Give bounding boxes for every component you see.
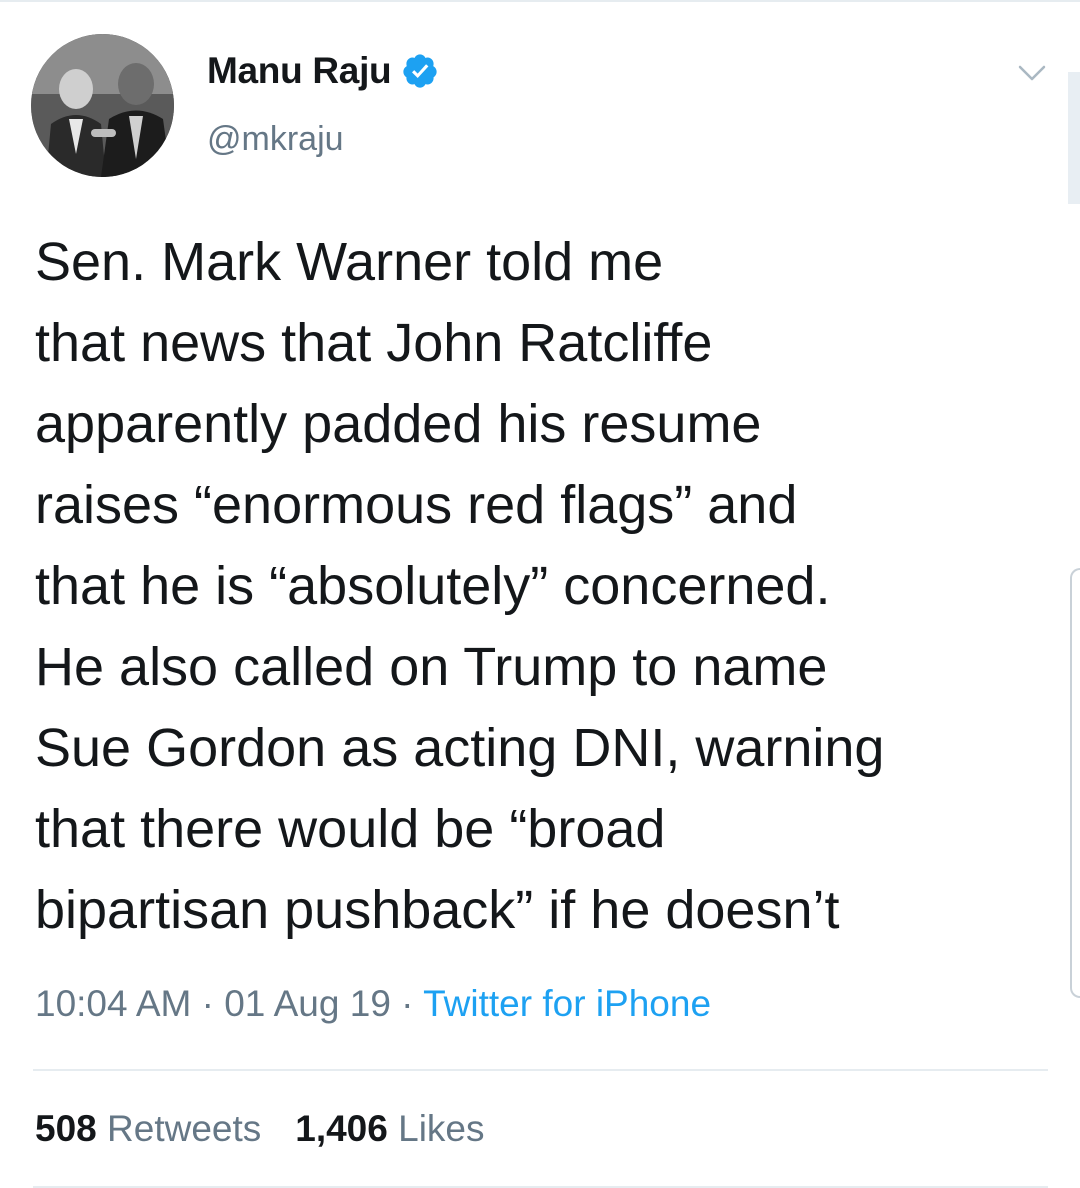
tweet-date[interactable]: 01 Aug 19: [224, 983, 391, 1024]
tweet-text-line: that he is “absolutely” concerned.: [35, 556, 831, 616]
tweet-text: Sen. Mark Warner told me that news that …: [35, 222, 1055, 951]
meta-separator: ·: [191, 983, 225, 1024]
chevron-down-icon[interactable]: [1015, 60, 1049, 86]
stats-divider: [33, 1069, 1048, 1071]
tweet-time[interactable]: 10:04 AM: [35, 983, 191, 1024]
tweet-text-line: raises “enormous red flags” and: [35, 475, 798, 535]
author-display-name[interactable]: Manu Raju: [207, 50, 392, 92]
author-name-row[interactable]: Manu Raju: [207, 50, 439, 92]
verified-badge-icon: [403, 54, 437, 88]
likes-stat[interactable]: 1,406 Likes: [295, 1108, 484, 1150]
retweets-count: 508: [35, 1108, 97, 1149]
scrollbar[interactable]: [1068, 72, 1080, 204]
tweet-timestamp-row: 10:04 AM · 01 Aug 19 · Twitter for iPhon…: [35, 983, 711, 1025]
tweet-text-line: apparently padded his resume: [35, 394, 762, 454]
likes-label: Likes: [398, 1108, 485, 1149]
author-handle[interactable]: @mkraju: [207, 120, 344, 159]
tweet-text-line: Sue Gordon as acting DNI, warning: [35, 718, 885, 778]
tweet-text-line: bipartisan pushback” if he doesn’t: [35, 880, 840, 940]
retweets-stat[interactable]: 508 Retweets: [35, 1108, 261, 1150]
retweets-label: Retweets: [107, 1108, 262, 1149]
avatar[interactable]: [31, 34, 174, 177]
tweet-text-line: that there would be “broad: [35, 799, 666, 859]
avatar-photo: [31, 34, 174, 177]
tweet-text-line: Sen. Mark Warner told me: [35, 232, 664, 292]
tweet-source-link[interactable]: Twitter for iPhone: [423, 983, 711, 1024]
tweet-text-line: that news that John Ratcliffe: [35, 313, 713, 373]
tweet-text-line: He also called on Trump to name: [35, 637, 828, 697]
likes-count: 1,406: [295, 1108, 388, 1149]
top-divider: [0, 0, 1080, 2]
scroll-edge-indicator: [1070, 568, 1080, 998]
tweet-stats: 508 Retweets 1,406 Likes: [35, 1108, 485, 1150]
meta-separator: ·: [390, 983, 424, 1024]
